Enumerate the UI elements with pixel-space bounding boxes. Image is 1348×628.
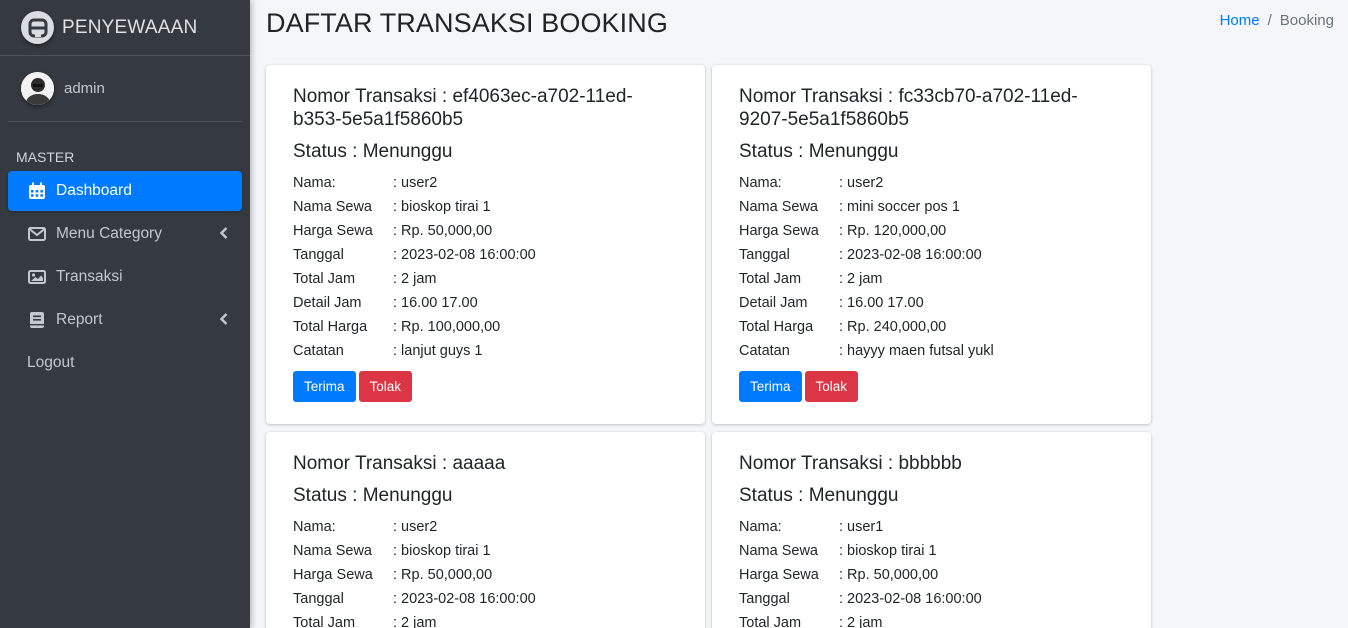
detail-row-tanggal: Tanggal: 2023-02-08 16:00:00: [739, 247, 982, 263]
transaction-details: Nama:: user2 Nama Sewa: mini soccer pos …: [739, 171, 1124, 363]
content-wrapper: DAFTAR TRANSAKSI BOOKING Home / Booking …: [250, 0, 1348, 628]
detail-row-harga-sewa: Harga Sewa: Rp. 50,000,00: [739, 567, 939, 583]
detail-row-nama-sewa: Nama Sewa: bioskop tirai 1: [293, 543, 491, 559]
detail-row-harga-sewa: Harga Sewa: Rp. 50,000,00: [293, 223, 493, 239]
transaction-details: Nama:: user2 Nama Sewa: bioskop tirai 1 …: [293, 171, 678, 363]
sidebar-item-label: Logout: [27, 354, 75, 371]
detail-row-tanggal: Tanggal: 2023-02-08 16:00:00: [293, 591, 536, 607]
book-icon: [27, 310, 47, 330]
detail-row-nama: Nama:: user2: [293, 175, 438, 191]
breadcrumb-separator: /: [1267, 12, 1272, 29]
transaction-card: Nomor Transaksi : bbbbbb Status : Menung…: [712, 432, 1151, 628]
logo-icon: [21, 11, 54, 44]
avatar: [21, 72, 54, 105]
detail-row-tanggal: Tanggal: 2023-02-08 16:00:00: [739, 591, 982, 607]
detail-row-total-jam: Total Jam: 2 jam: [293, 615, 437, 628]
sidebar-item-dashboard[interactable]: Dashboard: [8, 171, 242, 211]
detail-row-nama: Nama:: user2: [293, 519, 438, 535]
detail-row-total-harga: Total Harga: Rp. 100,000,00: [293, 319, 501, 335]
transaction-card: Nomor Transaksi : aaaaa Status : Menungg…: [266, 432, 705, 628]
page-title: DAFTAR TRANSAKSI BOOKING: [266, 8, 668, 38]
detail-row-nama-sewa: Nama Sewa: mini soccer pos 1: [739, 199, 960, 215]
chevron-left-icon: [219, 312, 228, 330]
detail-row-nama-sewa: Nama Sewa: bioskop tirai 1: [293, 199, 491, 215]
tolak-button[interactable]: Tolak: [358, 371, 413, 402]
nav-header-master: MASTER: [16, 149, 75, 165]
transaction-status: Status : Menunggu: [293, 141, 453, 162]
detail-row-nama: Nama:: user2: [739, 175, 884, 191]
transaction-number: Nomor Transaksi : bbbbbb: [739, 453, 962, 474]
sidebar-item-logout[interactable]: Logout: [8, 343, 242, 383]
transaction-number: Nomor Transaksi : fc33cb70-a702-11ed-920…: [739, 86, 1078, 130]
terima-button[interactable]: Terima: [293, 371, 356, 402]
breadcrumb-home-link[interactable]: Home: [1220, 12, 1260, 29]
tolak-button[interactable]: Tolak: [804, 371, 859, 402]
user-name[interactable]: admin: [64, 80, 105, 97]
detail-row-catatan: Catatan: lanjut guys 1: [293, 343, 483, 359]
transaction-status: Status : Menunggu: [739, 485, 899, 506]
transaction-card: Nomor Transaksi : ef4063ec-a702-11ed-b35…: [266, 65, 705, 424]
detail-row-tanggal: Tanggal: 2023-02-08 16:00:00: [293, 247, 536, 263]
image-icon: [27, 267, 47, 287]
terima-button[interactable]: Terima: [739, 371, 802, 402]
detail-row-harga-sewa: Harga Sewa: Rp. 120,000,00: [739, 223, 947, 239]
user-panel[interactable]: admin: [8, 56, 242, 122]
chevron-left-icon: [219, 226, 228, 244]
detail-row-total-jam: Total Jam: 2 jam: [293, 271, 437, 287]
transaction-number: Nomor Transaksi : aaaaa: [293, 453, 506, 474]
calendar-icon: [27, 181, 47, 201]
brand-text: PENYEWAAAN: [62, 16, 198, 38]
transaction-details: Nama:: user1 Nama Sewa: bioskop tirai 1 …: [739, 515, 1124, 628]
sidebar-item-label: Report: [56, 311, 103, 328]
transaction-number: Nomor Transaksi : ef4063ec-a702-11ed-b35…: [293, 86, 633, 130]
sidebar-item-label: Menu Category: [56, 225, 162, 242]
detail-row-catatan: Catatan: hayyy maen futsal yukl: [739, 343, 994, 359]
breadcrumb: Home / Booking: [1220, 12, 1334, 29]
sidebar-item-menu-category[interactable]: Menu Category: [8, 214, 242, 254]
sidebar-item-label: Dashboard: [56, 182, 132, 199]
detail-row-nama: Nama:: user1: [739, 519, 884, 535]
main-sidebar: PENYEWAAAN admin MASTER Dashboard Menu C…: [0, 0, 250, 628]
transaction-details: Nama:: user2 Nama Sewa: bioskop tirai 1 …: [293, 515, 678, 628]
detail-row-total-jam: Total Jam: 2 jam: [739, 271, 883, 287]
action-buttons: Terima Tolak: [293, 371, 678, 402]
brand-link[interactable]: PENYEWAAAN: [0, 0, 250, 56]
sidebar-item-label: Transaksi: [56, 268, 123, 285]
sidebar-item-transaksi[interactable]: Transaksi: [8, 257, 242, 297]
detail-row-harga-sewa: Harga Sewa: Rp. 50,000,00: [293, 567, 493, 583]
transaction-status: Status : Menunggu: [739, 141, 899, 162]
detail-row-total-harga: Total Harga: Rp. 240,000,00: [739, 319, 947, 335]
action-buttons: Terima Tolak: [739, 371, 1124, 402]
detail-row-detail-jam: Detail Jam: 16.00 17.00: [293, 295, 478, 311]
breadcrumb-current: Booking: [1279, 12, 1334, 29]
detail-row-nama-sewa: Nama Sewa: bioskop tirai 1: [739, 543, 937, 559]
transaction-card: Nomor Transaksi : fc33cb70-a702-11ed-920…: [712, 65, 1151, 424]
sidebar-item-report[interactable]: Report: [8, 300, 242, 340]
transaction-status: Status : Menunggu: [293, 485, 453, 506]
detail-row-total-jam: Total Jam: 2 jam: [739, 615, 883, 628]
envelope-icon: [27, 224, 47, 244]
detail-row-detail-jam: Detail Jam: 16.00 17.00: [739, 295, 924, 311]
